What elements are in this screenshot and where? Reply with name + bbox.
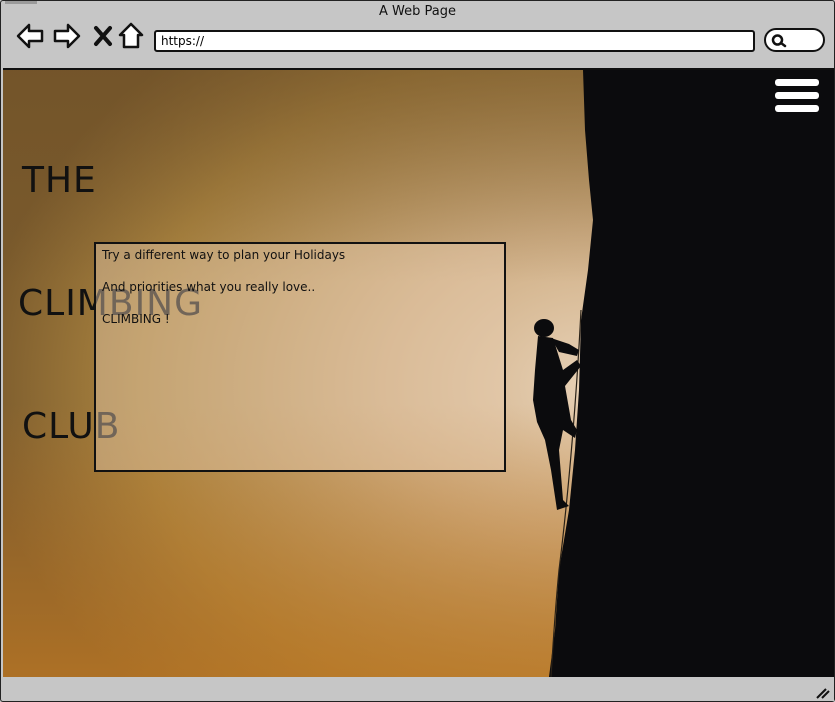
- hamburger-menu-icon[interactable]: [775, 79, 819, 117]
- url-bar[interactable]: https://: [154, 30, 755, 52]
- rock-face: [549, 70, 834, 677]
- search-field[interactable]: [764, 28, 825, 52]
- home-icon[interactable]: [116, 21, 146, 51]
- menu-bar: [775, 92, 819, 99]
- intro-line: Try a different way to plan your Holiday…: [102, 248, 346, 262]
- intro-line: And priorities what you really love..: [102, 280, 316, 294]
- browser-window: A Web Page https:// THE CLIMBING CLUB Tr…: [0, 0, 835, 702]
- forward-arrow-icon[interactable]: [52, 21, 82, 51]
- intro-text-box: Try a different way to plan your Holiday…: [94, 242, 506, 472]
- menu-bar: [775, 79, 819, 86]
- status-bar: [3, 677, 834, 701]
- resize-grip-icon[interactable]: [814, 685, 830, 699]
- web-page-viewport: THE CLIMBING CLUB Try a different way to…: [3, 68, 834, 679]
- menu-bar: [775, 105, 819, 112]
- intro-line: CLIMBING !: [102, 312, 170, 326]
- close-x-icon[interactable]: [89, 21, 119, 51]
- search-icon: [771, 34, 787, 48]
- logo-line-the: THE: [22, 160, 97, 201]
- window-title: A Web Page: [379, 4, 456, 19]
- back-arrow-icon[interactable]: [15, 21, 45, 51]
